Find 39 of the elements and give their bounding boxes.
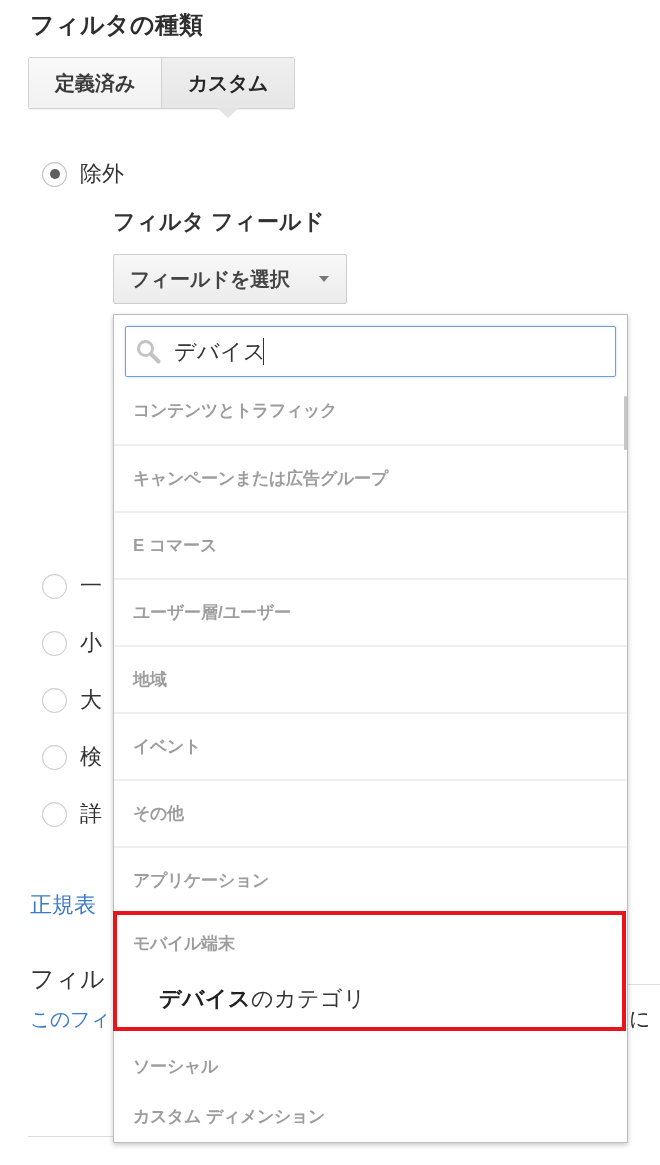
radio-button[interactable] xyxy=(42,744,67,770)
group-header: モバイル端末 xyxy=(133,932,235,955)
section-title: フィル xyxy=(30,964,105,994)
field-label: フィルタ フィールド xyxy=(113,208,326,236)
menu-option[interactable]: デバイスのカテゴリ xyxy=(159,984,366,1014)
radio-label: 一 xyxy=(80,572,102,600)
tab[interactable]: 定義済み xyxy=(29,58,161,108)
field-select-button[interactable]: フィールドを選択 xyxy=(113,254,347,304)
text-cursor-icon xyxy=(263,338,264,365)
group-header: コンテンツとトラフィック xyxy=(133,400,337,422)
radio-label: 大 xyxy=(80,686,102,714)
scrollbar-thumb[interactable] xyxy=(624,396,627,450)
search-icon xyxy=(135,338,161,364)
search-field[interactable]: デバイス xyxy=(125,326,616,377)
group-header: イベント xyxy=(133,736,201,758)
group-header: ソーシャル xyxy=(133,1055,218,1078)
help-link[interactable]: このフィ xyxy=(30,1004,110,1034)
group-header: その他 xyxy=(133,803,184,825)
section-title: フィルタの種類 xyxy=(30,10,203,40)
radio-button[interactable] xyxy=(42,801,67,827)
tab[interactable]: カスタム xyxy=(161,58,294,108)
radio-label: 詳 xyxy=(80,800,102,828)
radio-label: 検 xyxy=(80,743,102,771)
radio-button[interactable] xyxy=(42,161,67,187)
radio-button[interactable] xyxy=(42,687,67,713)
group-header: キャンペーンまたは広告グループ xyxy=(133,468,388,490)
radio-button[interactable] xyxy=(42,573,67,599)
group-header: 地域 xyxy=(133,669,167,691)
caret-icon xyxy=(319,276,329,282)
regex-link[interactable]: 正規表 xyxy=(30,892,96,917)
radio-label: 小 xyxy=(80,629,102,657)
pointer-icon xyxy=(216,108,239,118)
radio-label: 除外 xyxy=(80,160,124,188)
group-header: アプリケーション xyxy=(133,870,269,892)
group-header: カスタム ディメンション xyxy=(133,1105,325,1128)
group-header: ユーザー層/ユーザー xyxy=(133,602,291,624)
group-header: E コマース xyxy=(133,535,218,557)
help-text: に xyxy=(629,1006,652,1032)
radio-button[interactable] xyxy=(42,630,67,656)
